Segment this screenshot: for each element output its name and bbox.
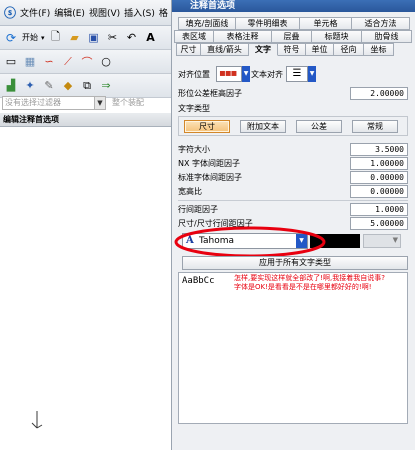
chevron-down-icon: ▼ xyxy=(94,97,105,109)
nx-font-gap-label: NX 字体间距因子 xyxy=(178,159,241,168)
standard-toolbar: ⟳ 开始 ▾ 🗋 ▰ ▣ ✂ ↶ A xyxy=(0,26,171,50)
text-type-dimension-button[interactable]: 尺寸 xyxy=(184,120,230,133)
tab-radial[interactable]: 径向 xyxy=(334,43,364,56)
annotation-line-1: 怎样,要实现这样就全部改了!啊,我接着我自说事? xyxy=(234,274,385,282)
assembly-scope-dropdown[interactable]: 整个装配 xyxy=(112,96,170,110)
tab-fill-hatch[interactable]: 填充/剖面线 xyxy=(178,17,236,30)
chevron-down-icon[interactable]: ▼ xyxy=(242,66,250,82)
menu-view[interactable]: 视图(V) xyxy=(89,6,120,19)
text-type-appended-button[interactable]: 附加文本 xyxy=(240,120,286,133)
text-type-label: 文字类型 xyxy=(178,104,210,113)
tab-cell[interactable]: 单元格 xyxy=(300,17,352,30)
line-spacing-label: 行间距因子 xyxy=(178,205,218,214)
datum-icon[interactable]: ◆ xyxy=(60,78,76,94)
aspect-ratio-label: 宽高比 xyxy=(178,187,202,196)
text-type-general-button[interactable]: 常规 xyxy=(352,120,398,133)
sketch-toolbar: ▭ ▦ ∽ ⟋ ⌒ ○ xyxy=(0,50,171,74)
align-position-icon: ▪▪▪ xyxy=(219,68,237,79)
text-type-tolerance-button[interactable]: 公差 xyxy=(296,120,342,133)
circle-icon[interactable]: ○ xyxy=(98,54,114,70)
tab-fit-method[interactable]: 适合方法 xyxy=(352,17,410,30)
menu-format[interactable]: 格 xyxy=(159,6,168,19)
red-highlight-ellipse xyxy=(174,226,326,258)
align-position-label: 对齐位置 xyxy=(178,70,210,79)
aspect-ratio-input[interactable]: 0.00000 xyxy=(350,185,408,198)
tab-symbol[interactable]: 符号 xyxy=(278,43,306,56)
menu-bar: ⓢ 文件(F) 编辑(E) 视图(V) 插入(S) 格 xyxy=(0,0,171,26)
grid-icon[interactable]: ▦ xyxy=(22,54,38,70)
undo-icon[interactable]: ↶ xyxy=(124,30,140,46)
tab-line-arrow[interactable]: 直线/箭头 xyxy=(201,43,249,56)
curve-icon[interactable]: ∽ xyxy=(41,54,57,70)
tab-row-1: 填充/剖面线 零件明细表 单元格 适合方法 xyxy=(178,17,410,30)
nx-font-gap-input[interactable]: 1.00000 xyxy=(350,157,408,170)
arc-icon[interactable]: ⌒ xyxy=(79,54,95,70)
app-logo-icon: ⓢ xyxy=(4,6,17,20)
char-size-input[interactable]: 3.5000 xyxy=(350,143,408,156)
tab-parts-list[interactable]: 零件明细表 xyxy=(236,17,300,30)
feature-icon[interactable]: ▟ xyxy=(3,78,19,94)
align-position-dropdown[interactable]: ▪▪▪ xyxy=(216,66,242,82)
selection-filter-text: 没有选择过滤器 xyxy=(5,98,61,107)
form-tolerance-label: 形位公差框高因子 xyxy=(178,89,242,98)
start-icon[interactable]: ⟳ xyxy=(3,30,19,46)
preview-sample-text: AaBbCc xyxy=(182,276,215,286)
selection-filter-dropdown[interactable]: 没有选择过滤器 ▼ xyxy=(2,96,106,110)
chevron-down-icon: ▼ xyxy=(392,236,398,244)
tab-coordinate[interactable]: 坐标 xyxy=(364,43,394,56)
pencil-icon[interactable]: ✎ xyxy=(41,78,57,94)
point-icon[interactable]: ✦ xyxy=(22,78,38,94)
copy-icon[interactable]: ⧉ xyxy=(79,78,95,94)
dim-line-spacing-input[interactable]: 5.00000 xyxy=(350,217,408,230)
tab-title-block[interactable]: 标题块 xyxy=(312,30,362,43)
tab-stack[interactable]: 层叠 xyxy=(272,30,312,43)
dialog-title: 注释首选项 xyxy=(172,0,415,12)
wcs-triad-icon xyxy=(31,411,43,429)
tab-text[interactable]: 文字 xyxy=(249,43,278,56)
align-left-lines-icon: ☰ xyxy=(292,68,302,79)
chevron-down-icon[interactable]: ▼ xyxy=(308,66,316,82)
arrow-icon[interactable]: ⇒ xyxy=(98,78,114,94)
text-align-dropdown[interactable]: ☰ xyxy=(286,66,308,82)
tab-dimension[interactable]: 尺寸 xyxy=(176,43,201,56)
user-annotation-note: 怎样,要实现这样就全部改了!啊,我接着我自说事? 字体是OK!是看看是不是在哪里… xyxy=(234,274,408,292)
text-style-icon[interactable]: A xyxy=(143,30,159,46)
text-align-label: 文本对齐 xyxy=(251,70,283,79)
apply-all-text-types-button[interactable]: 应用于所有文字类型 xyxy=(182,256,408,270)
tab-tabular-note[interactable]: 表格注释 xyxy=(214,30,272,43)
rectangle-icon[interactable]: ▭ xyxy=(3,54,19,70)
nx-main-window: ⓢ 文件(F) 编辑(E) 视图(V) 插入(S) 格 ⟳ 开始 ▾ 🗋 ▰ ▣… xyxy=(0,0,172,450)
open-folder-icon[interactable]: ▰ xyxy=(67,30,83,46)
tab-row-2: 表区域 表格注释 层叠 标题块 肋骨线 xyxy=(174,30,412,43)
text-preview-panel xyxy=(178,272,408,424)
tab-row-3: 尺寸 直线/箭头 文字 符号 单位 径向 坐标 xyxy=(176,43,412,56)
line-spacing-input[interactable]: 1.0000 xyxy=(350,203,408,216)
tab-unit[interactable]: 单位 xyxy=(306,43,334,56)
line-width-dropdown[interactable]: ▼ xyxy=(363,234,401,248)
form-tolerance-input[interactable]: 2.00000 xyxy=(350,87,408,100)
std-font-gap-input[interactable]: 0.00000 xyxy=(350,171,408,184)
tab-table-section[interactable]: 表区域 xyxy=(174,30,214,43)
save-icon[interactable]: ▣ xyxy=(86,30,102,46)
annotation-preferences-dialog: 注释首选项 填充/剖面线 零件明细表 单元格 适合方法 表区域 表格注释 层叠 … xyxy=(172,0,415,450)
menu-insert[interactable]: 插入(S) xyxy=(124,6,155,19)
new-file-icon[interactable]: 🗋 xyxy=(48,30,64,46)
menu-edit[interactable]: 编辑(E) xyxy=(54,6,85,19)
start-dropdown-icon[interactable]: ▾ xyxy=(41,34,45,42)
char-size-label: 字符大小 xyxy=(178,145,210,154)
menu-file[interactable]: 文件(F) xyxy=(20,6,50,19)
divider xyxy=(178,200,408,201)
cut-icon[interactable]: ✂ xyxy=(105,30,121,46)
feature-toolbar: ▟ ✦ ✎ ◆ ⧉ ⇒ xyxy=(0,74,171,98)
std-font-gap-label: 标准字体间距因子 xyxy=(178,173,242,182)
line-icon[interactable]: ⟋ xyxy=(60,54,76,70)
start-button[interactable]: 开始 xyxy=(22,32,38,43)
edit-preferences-bar: 编辑注释首选项 xyxy=(0,113,171,127)
assembly-scope-text: 整个装配 xyxy=(112,98,144,107)
annotation-line-2: 字体是OK!是看看是不是在哪里都好好的!啊! xyxy=(234,283,372,291)
tab-rib-line[interactable]: 肋骨线 xyxy=(362,30,412,43)
